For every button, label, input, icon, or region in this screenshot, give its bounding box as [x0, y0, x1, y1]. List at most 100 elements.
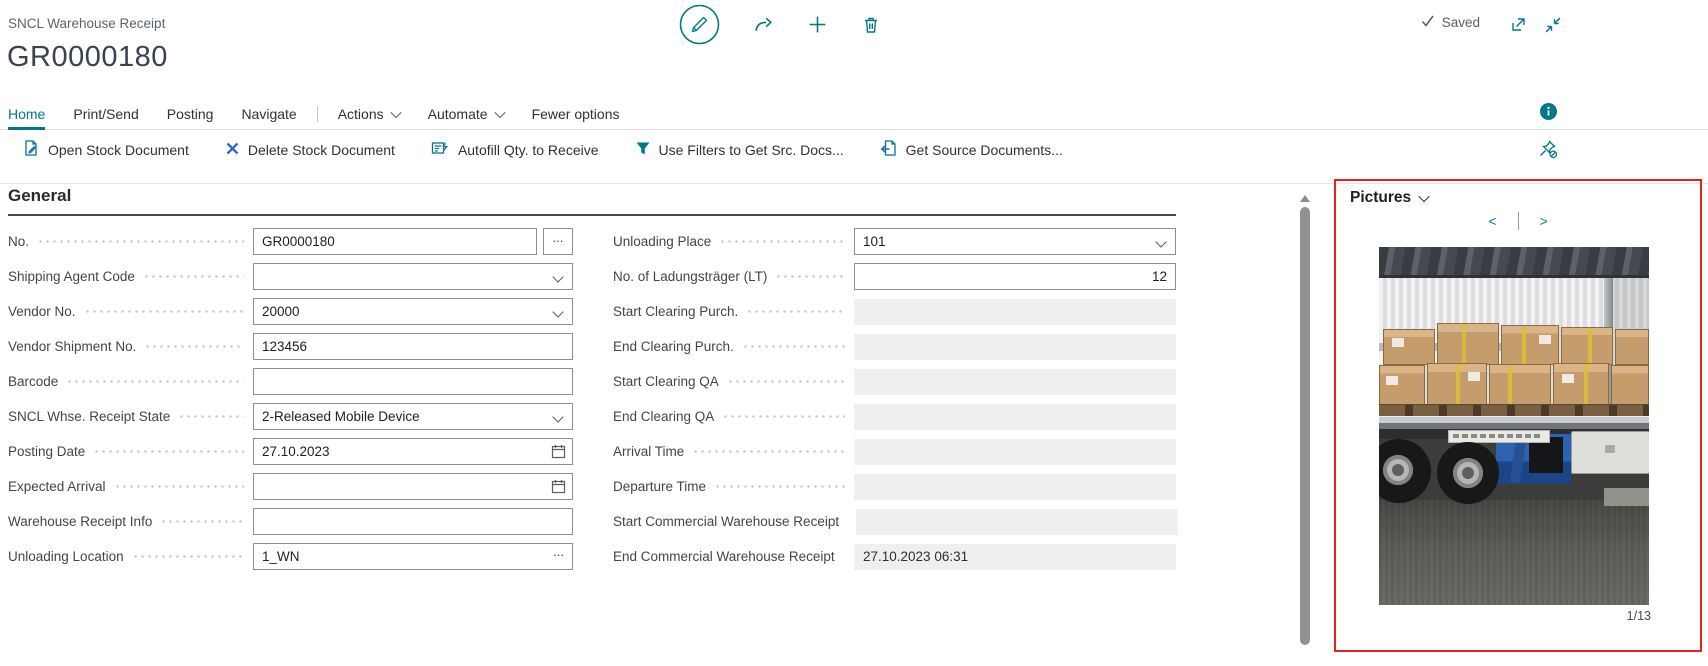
cardboard-box — [1489, 364, 1551, 405]
field-label: End Clearing QA — [613, 409, 714, 424]
x-icon — [225, 141, 240, 159]
dotted-leader — [143, 275, 244, 278]
lookup-ellipsis-button[interactable]: ... — [553, 547, 564, 557]
pin-slash-icon — [1538, 147, 1558, 162]
check-icon — [1421, 15, 1435, 30]
disabled-field — [854, 474, 1176, 500]
field-row-start-commercial-receipt: Start Commercial Warehouse Receipt — [613, 504, 1176, 539]
field-row-shipping-agent-code: Shipping Agent Code — [8, 259, 573, 294]
vendor-no-input[interactable] — [253, 298, 573, 325]
shipping-agent-code-input[interactable] — [253, 263, 573, 290]
barcode-input[interactable] — [253, 368, 573, 395]
form-left-column: No. ... Shipping Agent Code Vendor No. — [8, 224, 573, 574]
disabled-field — [854, 369, 1176, 395]
dotted-leader — [37, 240, 244, 243]
tab-fewer-options[interactable]: Fewer options — [532, 99, 620, 129]
autofill-qty-button[interactable]: Autofill Qty. to Receive — [431, 139, 599, 160]
page-toolbar — [679, 4, 881, 48]
disabled-field — [854, 299, 1176, 325]
tab-automate[interactable]: Automate — [428, 99, 504, 129]
field-label: Shipping Agent Code — [8, 269, 135, 284]
photo-wheel-hub — [1392, 464, 1404, 476]
dotted-leader — [84, 310, 244, 313]
field-label: End Clearing Purch. — [613, 339, 734, 354]
pictures-header[interactable]: Pictures — [1350, 189, 1428, 207]
menu-divider — [317, 106, 318, 122]
no-assist-edit-button[interactable]: ... — [543, 228, 573, 255]
field-row-unloading-place: Unloading Place — [613, 224, 1176, 259]
unloading-location-input[interactable] — [253, 543, 573, 570]
tab-home[interactable]: Home — [8, 99, 45, 130]
field-label: Unloading Place — [613, 234, 711, 249]
field-row-start-clearing-qa: Start Clearing QA — [613, 364, 1176, 399]
scrollbar-up-arrow[interactable] — [1300, 195, 1310, 202]
warehouse-receipt-info-input[interactable] — [253, 508, 573, 535]
plus-icon — [807, 14, 828, 38]
picture-counter: 1/13 — [1627, 609, 1651, 623]
dotted-leader — [714, 485, 845, 488]
field-row-expected-arrival: Expected Arrival — [8, 469, 573, 504]
unloading-place-input[interactable] — [854, 228, 1176, 255]
next-picture-button[interactable]: > — [1540, 213, 1548, 229]
popout-icon — [1509, 22, 1528, 37]
no-input[interactable] — [253, 228, 537, 255]
trash-icon — [861, 15, 881, 38]
use-filters-button[interactable]: Use Filters to Get Src. Docs... — [635, 141, 844, 159]
form-right-column: Unloading Place No. of Ladungsträger (LT… — [613, 224, 1176, 574]
share-icon — [753, 14, 774, 38]
tab-actions[interactable]: Actions — [338, 99, 400, 129]
tab-print-send[interactable]: Print/Send — [73, 99, 138, 129]
nav-divider — [1518, 212, 1519, 230]
dotted-leader — [178, 415, 244, 418]
disabled-field — [854, 439, 1176, 465]
field-label: Vendor Shipment No. — [8, 339, 136, 354]
cardboard-box — [1427, 363, 1487, 405]
posting-date-input[interactable] — [253, 438, 573, 465]
field-row-no-of-lt: No. of Ladungsträger (LT) — [613, 259, 1176, 294]
receipt-photo[interactable] — [1379, 247, 1649, 605]
field-row-start-clearing-purch: Start Clearing Purch. — [613, 294, 1176, 329]
field-label: Arrival Time — [613, 444, 684, 459]
filter-funnel-icon — [635, 141, 651, 159]
dotted-leader — [132, 555, 244, 558]
dotted-leader — [114, 485, 244, 488]
photo-concrete-strip — [1604, 488, 1649, 506]
disabled-field — [854, 334, 1176, 360]
vendor-shipment-no-input[interactable] — [253, 333, 573, 360]
expected-arrival-input[interactable] — [253, 473, 573, 500]
delete-button[interactable] — [861, 15, 881, 38]
photo-toolbox-latch — [1605, 445, 1615, 453]
tab-navigate[interactable]: Navigate — [241, 99, 296, 129]
tab-posting[interactable]: Posting — [167, 99, 214, 129]
no-of-lt-input[interactable] — [854, 263, 1176, 290]
field-label: Start Commercial Warehouse Receipt — [613, 514, 839, 529]
share-button[interactable] — [753, 14, 774, 38]
photo-wheel-hub — [1462, 467, 1474, 479]
field-label: Vendor No. — [8, 304, 76, 319]
scrollbar-thumb[interactable] — [1300, 207, 1310, 645]
delete-stock-document-button[interactable]: Delete Stock Document — [225, 141, 395, 159]
receipt-state-input[interactable] — [253, 403, 573, 430]
previous-picture-button[interactable]: < — [1488, 213, 1496, 229]
photo-sign-plate — [1448, 430, 1550, 443]
collapse-button[interactable] — [1544, 16, 1562, 37]
info-button[interactable] — [1540, 103, 1557, 123]
pencil-circle-icon — [679, 4, 720, 48]
general-section-header[interactable]: General — [8, 186, 1176, 216]
menubar: Home Print/Send Posting Navigate Actions… — [0, 99, 1708, 130]
field-label: SNCL Whse. Receipt State — [8, 409, 170, 424]
popout-button[interactable] — [1509, 15, 1528, 37]
new-button[interactable] — [807, 14, 828, 38]
disabled-field — [854, 404, 1176, 430]
get-source-documents-button[interactable]: Get Source Documents... — [880, 139, 1063, 160]
field-row-warehouse-receipt-info: Warehouse Receipt Info — [8, 504, 573, 539]
cardboard-box — [1379, 365, 1425, 405]
actionbar: Open Stock Document Delete Stock Documen… — [0, 131, 1708, 168]
dotted-leader — [144, 345, 244, 348]
edit-button[interactable] — [679, 4, 720, 48]
unpin-button[interactable] — [1538, 139, 1558, 162]
open-stock-document-button[interactable]: Open Stock Document — [22, 139, 189, 160]
form-lightning-icon — [431, 139, 450, 160]
dotted-leader — [160, 520, 244, 523]
dotted-leader — [93, 450, 244, 453]
